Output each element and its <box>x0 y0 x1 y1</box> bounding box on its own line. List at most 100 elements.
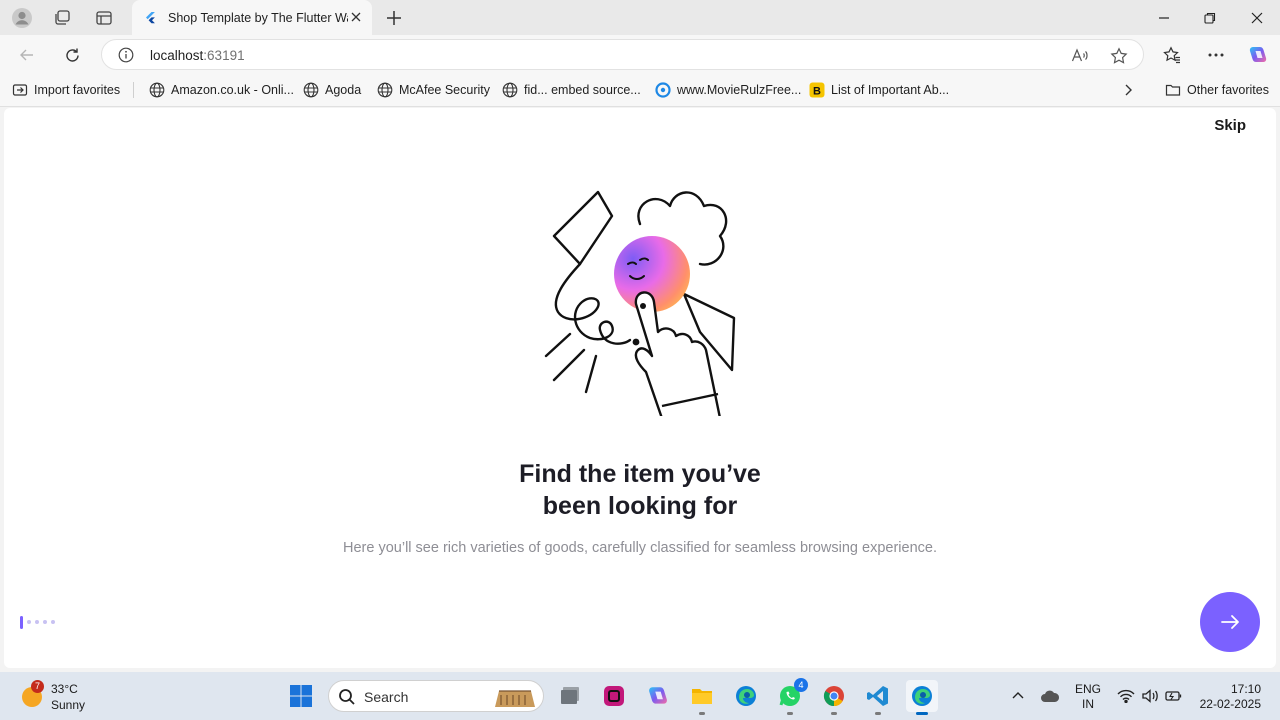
back-icon[interactable] <box>12 40 42 70</box>
edge-icon <box>912 686 932 706</box>
next-button[interactable] <box>1200 592 1260 652</box>
globe-icon <box>303 82 319 98</box>
wifi-icon[interactable] <box>1116 686 1136 706</box>
favorite-label: List of Important Ab... <box>831 83 950 97</box>
chrome-app[interactable] <box>818 680 850 715</box>
taskbar-search[interactable]: Search <box>328 680 544 712</box>
new-tab-icon[interactable] <box>380 4 408 32</box>
chrome-icon <box>823 686 844 707</box>
temperature: 33°C <box>51 682 78 696</box>
system-clock[interactable]: 17:10 22-02-2025 <box>1195 682 1261 712</box>
title-line-1: Find the item you’ve <box>519 460 761 488</box>
browser-toolbar: localhost:63191 <box>0 35 1280 73</box>
onboarding-description: Here you’ll see rich varieties of goods,… <box>343 540 937 556</box>
vertical-tabs-icon[interactable] <box>90 4 118 32</box>
favorite-mcafee[interactable]: McAfee Security <box>377 81 490 99</box>
minimize-icon[interactable] <box>1141 0 1187 35</box>
clock-time: 17:10 <box>1230 682 1261 696</box>
favorite-embed-source[interactable]: fid... embed source... <box>502 81 641 99</box>
battery-icon[interactable] <box>1164 686 1184 706</box>
close-tab-icon[interactable] <box>348 9 364 25</box>
favorite-label: McAfee Security <box>399 83 491 97</box>
search-icon <box>339 689 355 705</box>
more-menu-icon[interactable] <box>1201 40 1231 70</box>
other-favorites[interactable]: Other favorites <box>1165 81 1269 99</box>
favorite-agoda[interactable]: Agoda <box>303 81 361 99</box>
favorite-label: fid... embed source... <box>524 83 641 97</box>
refresh-icon[interactable] <box>57 40 87 70</box>
weather-widget[interactable]: 7 33°C Sunny <box>18 680 98 712</box>
task-view-app[interactable] <box>554 680 586 712</box>
arrow-right-icon <box>1221 615 1239 629</box>
address-bar[interactable]: localhost:63191 <box>101 39 1144 70</box>
other-favorites-label: Other favorites <box>1187 83 1269 97</box>
lang-line-2: IN <box>1082 697 1094 711</box>
search-highlight-icon <box>495 690 535 707</box>
search-label: Search <box>364 689 409 705</box>
clock-date: 22-02-2025 <box>1199 697 1261 711</box>
tray-overflow-chevron-icon[interactable] <box>1008 686 1028 706</box>
running-indicator <box>699 712 705 715</box>
page-dot <box>35 620 39 624</box>
favorites-divider <box>133 82 134 98</box>
tab-title: Shop Template by The Flutter Way <box>168 10 348 25</box>
onedrive-icon[interactable] <box>1040 686 1060 706</box>
whatsapp-app[interactable]: 4 <box>774 678 808 715</box>
favorite-label: Agoda <box>325 83 362 97</box>
edge-app[interactable] <box>730 680 762 712</box>
onboarding-illustration <box>544 190 736 416</box>
add-favorite-star-icon[interactable] <box>1109 46 1129 66</box>
favorite-amazon[interactable]: Amazon.co.uk - Onli... <box>149 81 294 99</box>
globe-icon <box>377 82 393 98</box>
page-dot <box>51 620 55 624</box>
site-info-icon[interactable] <box>118 47 134 63</box>
url-text: localhost:63191 <box>150 48 245 63</box>
task-view-icon <box>561 687 579 704</box>
copilot-taskbar-icon <box>649 687 667 704</box>
media-app[interactable] <box>598 680 630 712</box>
vscode-icon <box>867 686 888 706</box>
copilot-icon[interactable] <box>1243 40 1273 70</box>
whatsapp-badge: 4 <box>794 678 808 692</box>
favorite-movierulz[interactable]: www.MovieRulzFree... <box>655 81 801 99</box>
profile-icon[interactable] <box>8 4 36 32</box>
svg-text:B: B <box>813 86 821 98</box>
running-indicator <box>875 712 881 715</box>
running-indicator <box>831 712 837 715</box>
title-line-2: been looking for <box>542 492 738 520</box>
start-button[interactable] <box>285 680 317 712</box>
tab-strip: Shop Template by The Flutter Way <box>0 0 1280 35</box>
favorites-bar: Import favorites Amazon.co.uk - Onli... … <box>0 73 1280 107</box>
volume-icon[interactable] <box>1140 686 1160 706</box>
edge-app-active[interactable] <box>906 680 938 715</box>
import-icon <box>12 82 28 98</box>
weather-condition: Sunny <box>51 698 86 712</box>
favorite-label: Import favorites <box>34 83 121 97</box>
folder-icon <box>1165 82 1181 98</box>
windows-icon <box>290 685 312 707</box>
input-language[interactable]: ENG IN <box>1074 682 1102 712</box>
copilot-app[interactable] <box>642 680 674 712</box>
running-indicator <box>787 712 793 715</box>
edge-icon <box>736 686 756 706</box>
vscode-app[interactable] <box>862 680 894 715</box>
favorite-import[interactable]: Import favorites <box>12 81 120 99</box>
b-site-icon: B <box>809 82 825 98</box>
file-explorer-app[interactable] <box>686 680 718 715</box>
favorites-overflow-chevron-icon[interactable] <box>1120 81 1136 99</box>
favorite-important-list[interactable]: B List of Important Ab... <box>809 81 949 99</box>
favorites-icon[interactable] <box>1157 40 1187 70</box>
restore-icon[interactable] <box>1187 0 1233 35</box>
favorite-label: www.MovieRulzFree... <box>677 83 802 97</box>
skip-button[interactable]: Skip <box>1214 117 1246 134</box>
workspaces-icon[interactable] <box>48 4 76 32</box>
lang-line-1: ENG <box>1074 682 1101 696</box>
page-dot <box>43 620 47 624</box>
onboarding-title: Find the item you’ve been looking for <box>4 458 1276 522</box>
page-indicator <box>20 615 59 629</box>
read-aloud-icon[interactable] <box>1070 46 1090 66</box>
close-window-icon[interactable] <box>1234 0 1280 35</box>
globe-icon <box>502 82 518 98</box>
active-tab[interactable]: Shop Template by The Flutter Way <box>132 0 372 35</box>
site-icon <box>655 82 671 98</box>
